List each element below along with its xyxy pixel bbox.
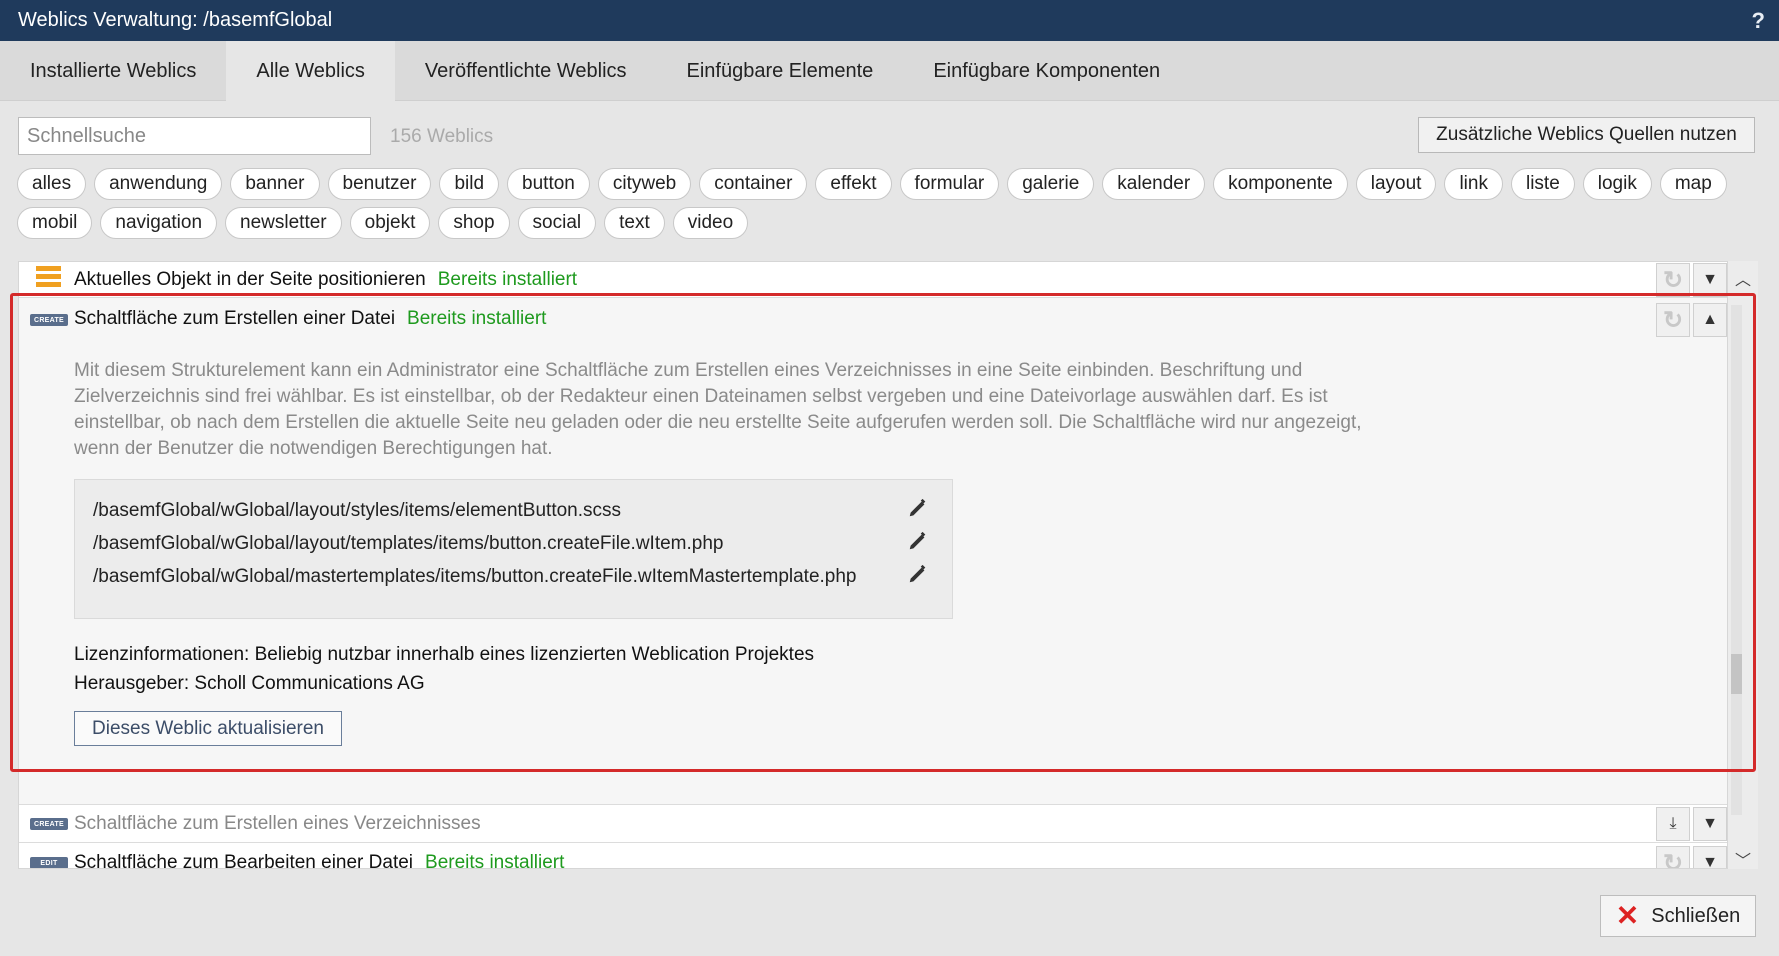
- pencil-icon[interactable]: [907, 563, 929, 585]
- list-scrollbar[interactable]: ︿ ﹀: [1728, 261, 1758, 871]
- filter-chip[interactable]: banner: [230, 168, 320, 200]
- tab-einfuegbare-elemente[interactable]: Einfügbare Elemente: [657, 41, 904, 101]
- filter-chip[interactable]: container: [699, 168, 808, 200]
- close-label: Schließen: [1651, 904, 1741, 927]
- chevron-up-icon[interactable]: ▲: [1693, 303, 1727, 337]
- filter-chip[interactable]: newsletter: [225, 207, 342, 239]
- tab-installierte-weblics[interactable]: Installierte Weblics: [0, 41, 226, 101]
- installed-status: Bereits installiert: [425, 852, 565, 869]
- file-path: /basemfGlobal/wGlobal/layout/templates/i…: [93, 533, 724, 554]
- scroll-thumb[interactable]: [1731, 654, 1742, 694]
- installed-status: Bereits installiert: [437, 269, 578, 290]
- filter-chip[interactable]: liste: [1510, 168, 1575, 200]
- filter-chip[interactable]: video: [672, 207, 749, 239]
- publisher-info: Herausgeber: Scholl Communications AG: [74, 673, 425, 694]
- create-badge-icon: CREATE: [30, 818, 68, 830]
- download-icon[interactable]: ⤓: [1656, 807, 1690, 841]
- item-description: Mit diesem Strukturelement kann ein Admi…: [74, 360, 1362, 459]
- filter-chip[interactable]: cityweb: [597, 168, 692, 200]
- chevron-down-icon[interactable]: ▼: [1693, 846, 1727, 868]
- filter-chip[interactable]: navigation: [100, 207, 218, 239]
- weblic-list: Aktuelles Objekt in der Seite positionie…: [18, 261, 1728, 869]
- refresh-icon[interactable]: ↻: [1656, 303, 1690, 337]
- list-item[interactable]: Aktuelles Objekt in der Seite positionie…: [19, 262, 1727, 298]
- filter-chips: alles anwendung banner benutzer bild but…: [17, 168, 1757, 239]
- filter-chip[interactable]: mobil: [17, 207, 93, 239]
- scroll-track: [1731, 305, 1742, 815]
- filter-chip[interactable]: text: [604, 207, 665, 239]
- file-path: /basemfGlobal/wGlobal/mastertemplates/it…: [93, 566, 857, 587]
- bars-icon: [36, 266, 61, 288]
- file-path: /basemfGlobal/wGlobal/layout/styles/item…: [93, 500, 622, 521]
- pencil-icon[interactable]: [907, 530, 929, 552]
- filter-chip[interactable]: shop: [438, 207, 510, 239]
- window-titlebar: Weblics Verwaltung: /basemfGlobal ?: [0, 0, 1779, 41]
- filter-chip[interactable]: layout: [1355, 168, 1437, 200]
- tab-einfuegbare-komponenten[interactable]: Einfügbare Komponenten: [903, 41, 1190, 101]
- filter-chip[interactable]: button: [507, 168, 590, 200]
- filter-chip[interactable]: galerie: [1007, 168, 1095, 200]
- filter-chip[interactable]: anwendung: [94, 168, 223, 200]
- filter-chip[interactable]: effekt: [815, 168, 892, 200]
- filter-chip[interactable]: formular: [899, 168, 1000, 200]
- filter-chip[interactable]: link: [1444, 168, 1503, 200]
- filter-chip[interactable]: social: [517, 207, 597, 239]
- item-title: Schaltfläche zum Erstellen eines Verzeic…: [74, 813, 481, 834]
- filter-chip[interactable]: benutzer: [327, 168, 432, 200]
- tab-alle-weblics[interactable]: Alle Weblics: [226, 41, 395, 101]
- refresh-icon[interactable]: ↻: [1656, 846, 1690, 868]
- item-title: Schaltfläche zum Bearbeiten einer Datei B…: [74, 852, 565, 869]
- list-item[interactable]: EDIT Schaltfläche zum Bearbeiten einer D…: [19, 843, 1727, 869]
- filter-chip[interactable]: logik: [1582, 168, 1652, 200]
- list-item[interactable]: CREATE Schaltfläche zum Erstellen eines …: [19, 805, 1727, 843]
- window-title: Weblics Verwaltung: /basemfGlobal: [18, 9, 333, 31]
- create-badge-icon: CREATE: [30, 314, 68, 326]
- filter-chip[interactable]: alles: [17, 168, 87, 200]
- list-item-expanded: CREATE Schaltfläche zum Erstellen einer …: [19, 298, 1727, 805]
- filter-chip[interactable]: map: [1659, 168, 1727, 200]
- item-title: Aktuelles Objekt in der Seite positionie…: [74, 269, 578, 290]
- tab-bar: Installierte Weblics Alle Weblics Veröff…: [0, 41, 1779, 101]
- filter-chip[interactable]: kalender: [1102, 168, 1206, 200]
- refresh-icon[interactable]: ↻: [1656, 263, 1690, 297]
- scroll-down-icon[interactable]: ﹀: [1735, 847, 1751, 871]
- installed-status: Bereits installiert: [407, 308, 547, 329]
- chevron-down-icon[interactable]: ▼: [1693, 807, 1727, 841]
- item-title[interactable]: Schaltfläche zum Erstellen einer Datei Be…: [74, 308, 546, 330]
- close-icon: ✕: [1615, 900, 1640, 931]
- extra-sources-button[interactable]: Zusätzliche Weblics Quellen nutzen: [1418, 117, 1755, 153]
- file-list: /basemfGlobal/wGlobal/layout/styles/item…: [74, 479, 953, 619]
- tab-veroeffentlichte-weblics[interactable]: Veröffentlichte Weblics: [395, 41, 657, 101]
- filter-chip[interactable]: bild: [439, 168, 500, 200]
- filter-chip[interactable]: komponente: [1213, 168, 1348, 200]
- update-weblic-button[interactable]: Dieses Weblic aktualisieren: [74, 711, 342, 746]
- edit-badge-icon: EDIT: [30, 857, 68, 868]
- scroll-up-icon[interactable]: ︿: [1735, 266, 1751, 290]
- pencil-icon[interactable]: [907, 497, 929, 519]
- help-icon[interactable]: ?: [1752, 8, 1765, 34]
- weblic-count: 156 Weblics: [390, 126, 494, 147]
- chevron-down-icon[interactable]: ▼: [1693, 263, 1727, 297]
- license-info: Lizenzinformationen: Beliebig nutzbar in…: [74, 644, 815, 665]
- search-input[interactable]: [18, 117, 371, 155]
- close-button[interactable]: ✕ Schließen: [1600, 895, 1756, 937]
- filter-chip[interactable]: objekt: [349, 207, 431, 239]
